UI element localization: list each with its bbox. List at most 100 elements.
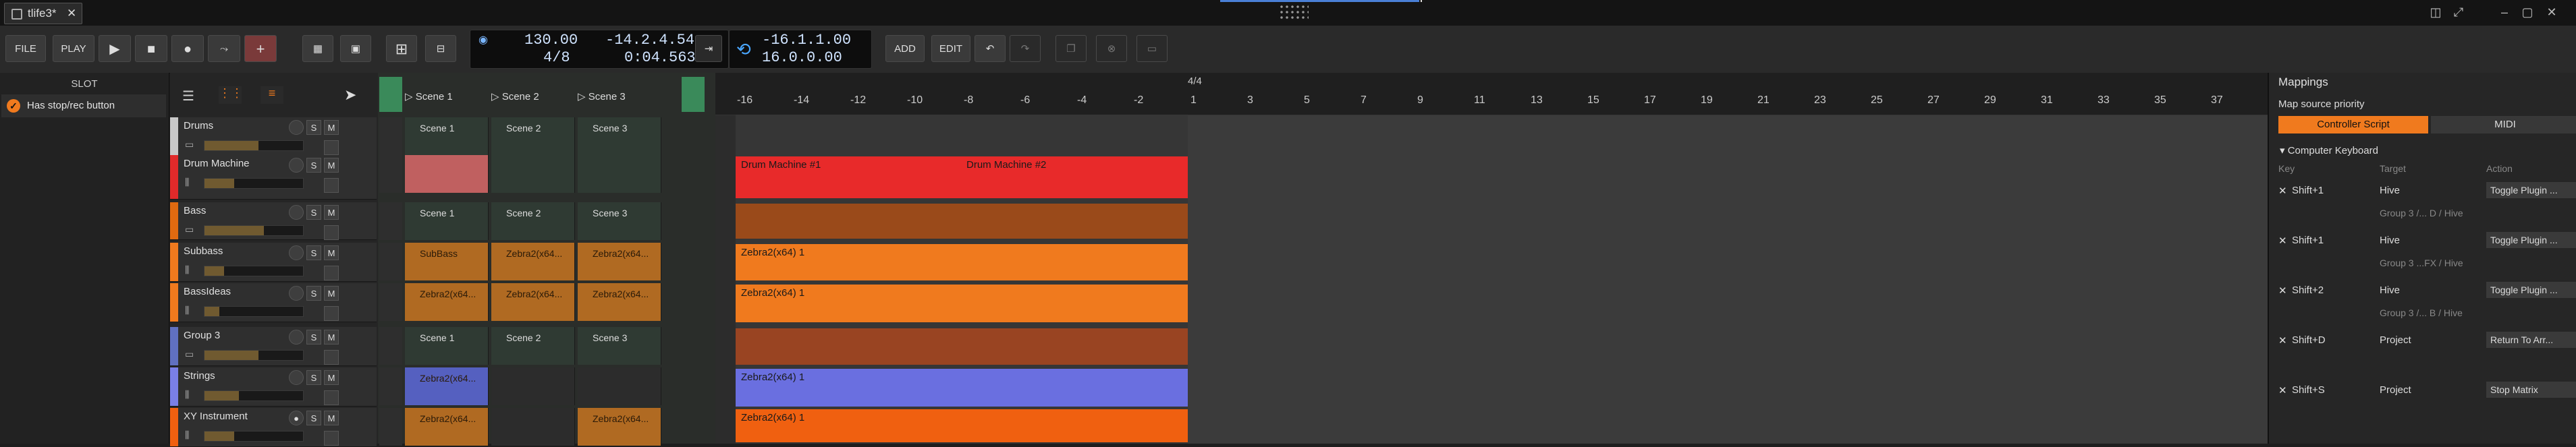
arranger-clip[interactable]: Zebra2(x64) 1 [736,285,1188,322]
track-header[interactable]: Subbass S M ⫼ [170,243,377,282]
record-arm-icon[interactable] [289,158,304,173]
add-button[interactable]: ADD [885,35,925,62]
track-name[interactable]: Group 3 [184,330,220,341]
instrument-icon[interactable]: ⫼ [185,177,189,188]
clip-slot[interactable] [491,408,575,446]
record-arm-icon[interactable] [289,120,304,135]
stop-button[interactable]: ■ [135,35,167,62]
delete-mapping-icon[interactable]: ✕ [2278,285,2287,297]
solo-button[interactable]: S [306,370,321,385]
mapping-row[interactable]: ✕ Shift+1 Hive Toggle Plugin ... Group 3 /..… [2269,179,2576,227]
clip-slot[interactable] [491,367,575,405]
slot-stop-button[interactable] [379,202,402,240]
arranger-clip[interactable]: Zebra2(x64) 1 [736,369,1188,407]
slot-stop-button[interactable] [379,117,402,155]
track-header[interactable]: Drum Machine S M ⫼ [170,155,377,200]
track-name[interactable]: Drums [184,120,213,131]
clip-slot[interactable]: Zebra2(x64... [578,243,661,280]
instrument-icon[interactable]: ⫼ [185,389,189,400]
clip-slot[interactable]: Scene 1 [405,202,489,240]
record-arm-icon[interactable] [289,286,304,301]
clip-slot[interactable]: Scene 1 [405,327,489,365]
mute-button[interactable]: M [324,411,339,425]
clip-slot[interactable]: Scene 1 [405,117,489,155]
slot-stop-button[interactable] [379,327,402,365]
launcher-overdub-button[interactable]: + [244,35,277,62]
clip-slot[interactable]: Zebra2(x64... [405,283,489,321]
volume-fader[interactable] [204,225,304,236]
mapping-action-select[interactable]: Return To Arr... [2486,332,2576,348]
solo-button[interactable]: S [306,411,321,425]
clip-slot[interactable]: Zebra2(x64... [405,367,489,405]
grid-view-icon[interactable]: ⋮⋮ [219,86,243,104]
instrument-icon[interactable]: ⫼ [185,264,189,276]
clip-slot[interactable] [405,155,489,193]
mute-button[interactable]: M [324,205,339,220]
record-arm-icon[interactable] [289,370,304,385]
track-header[interactable]: XY Instrument ● S M ⫼ [170,408,377,447]
split-button[interactable]: ⊟ [425,35,456,62]
close-tab-icon[interactable]: ✕ [67,3,76,24]
record-button[interactable]: ● [171,35,204,62]
loop-length[interactable]: 16.0.0.00 [762,49,842,66]
slot-stop-button[interactable] [379,367,402,405]
clip-slot[interactable]: Zebra2(x64... [491,243,575,280]
track-header[interactable]: BassIdeas S M ⫼ [170,283,377,322]
volume-fader[interactable] [204,390,304,401]
drag-grip-icon[interactable] [1279,4,1309,22]
chevron-down-icon[interactable]: ▾ [2280,145,2288,156]
scene-add-column[interactable] [682,77,705,112]
arranger-clip[interactable] [736,328,1188,365]
edit-button[interactable]: EDIT [931,35,970,62]
volume-fader[interactable] [204,350,304,361]
clip-slot[interactable]: Zebra2(x64... [578,283,661,321]
track-header[interactable]: Bass S M ▭ [170,202,377,240]
mapping-row[interactable]: ✕ Shift+S Project Stop Matrix [2269,379,2576,426]
solo-button[interactable]: S [306,286,321,301]
solo-button[interactable]: S [306,330,321,345]
arranger-clip[interactable]: Zebra2(x64) 1 [736,409,1188,442]
track-io-button[interactable] [324,178,339,193]
section-keyboard[interactable]: ▾ Computer Keyboard [2280,144,2378,156]
clip-slot[interactable]: Zebra2(x64... [405,408,489,446]
play-menu-button[interactable]: PLAY [53,35,94,62]
pointer-tool-icon[interactable]: ➤ [344,86,356,104]
clip-slot[interactable] [578,155,661,193]
track-name[interactable]: Strings [184,370,215,382]
mute-button[interactable]: M [324,370,339,385]
solo-button[interactable]: S [306,245,321,260]
arranger-clip[interactable]: Drum Machine #2 [961,156,1188,198]
volume-fader[interactable] [204,266,304,276]
slot-stop-button[interactable] [379,283,402,321]
solo-button[interactable]: S [306,205,321,220]
clip-slot[interactable]: Scene 3 [578,202,661,240]
minimize-icon[interactable]: – [2497,5,2512,19]
position-bars[interactable]: -14.2.4.54 [605,32,694,49]
folder-icon[interactable]: ▭ [185,139,194,150]
track-header[interactable]: Group 3 S M ▭ [170,327,377,366]
delete-mapping-icon[interactable]: ✕ [2278,384,2287,396]
mute-button[interactable]: M [324,245,339,260]
record-arm-icon[interactable] [289,330,304,345]
arranger-clip[interactable] [736,204,1188,239]
track-io-button[interactable] [324,306,339,321]
undo-button[interactable]: ↶ [975,35,1006,62]
solo-button[interactable]: S [306,120,321,135]
scene-header-3[interactable]: ▷ Scene 3 [578,84,661,111]
arranger-clip[interactable]: Zebra2(x64) 1 [736,244,1188,280]
delete-mapping-icon[interactable]: ✕ [2278,185,2287,197]
track-name[interactable]: BassIdeas [184,286,231,297]
track-io-button[interactable] [324,390,339,405]
file-menu-button[interactable]: FILE [5,35,46,62]
redo-button[interactable]: ↷ [1010,35,1041,62]
solo-button[interactable]: S [306,158,321,173]
mute-button[interactable]: M [324,330,339,345]
volume-fader[interactable] [204,178,304,189]
mapping-action-select[interactable]: Stop Matrix [2486,382,2576,398]
close-window-icon[interactable]: ✕ [2544,5,2559,19]
track-io-button[interactable] [324,140,339,155]
mute-button[interactable]: M [324,286,339,301]
delete-mapping-icon[interactable]: ✕ [2278,334,2287,347]
automation-write-button[interactable]: ⤳ [208,35,240,62]
track-io-button[interactable] [324,350,339,365]
